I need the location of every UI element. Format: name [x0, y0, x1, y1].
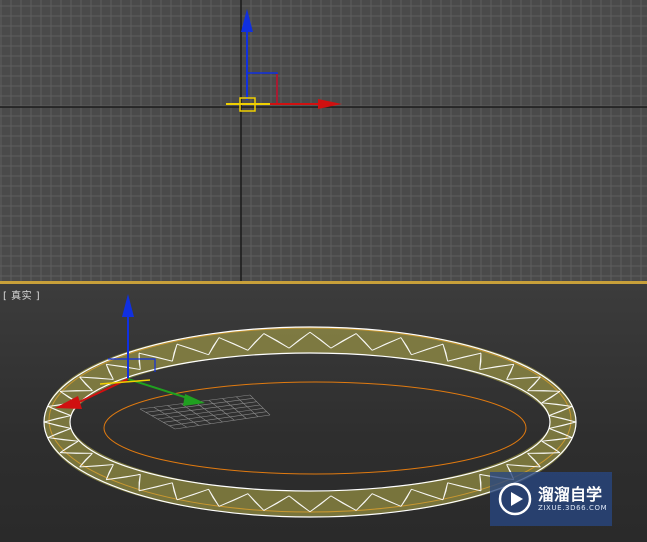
top-viewport-canvas[interactable]	[0, 0, 647, 281]
grid	[0, 0, 647, 281]
watermark-title: 溜溜自学	[538, 485, 603, 504]
selection-inner	[103, 381, 527, 475]
play-logo-icon	[498, 482, 532, 516]
home-grid	[139, 394, 271, 430]
top-viewport[interactable]	[0, 0, 647, 281]
watermark-subtitle: ZIXUE.3D66.COM	[538, 504, 608, 512]
viewport-label[interactable]: [ 真实 ]	[3, 287, 40, 302]
watermark: 溜溜自学 ZIXUE.3D66.COM	[490, 472, 612, 526]
ring-band	[44, 327, 576, 517]
persp-gizmo-y-arrow-icon	[183, 394, 205, 406]
persp-gizmo-z-arrow-icon	[122, 294, 134, 317]
